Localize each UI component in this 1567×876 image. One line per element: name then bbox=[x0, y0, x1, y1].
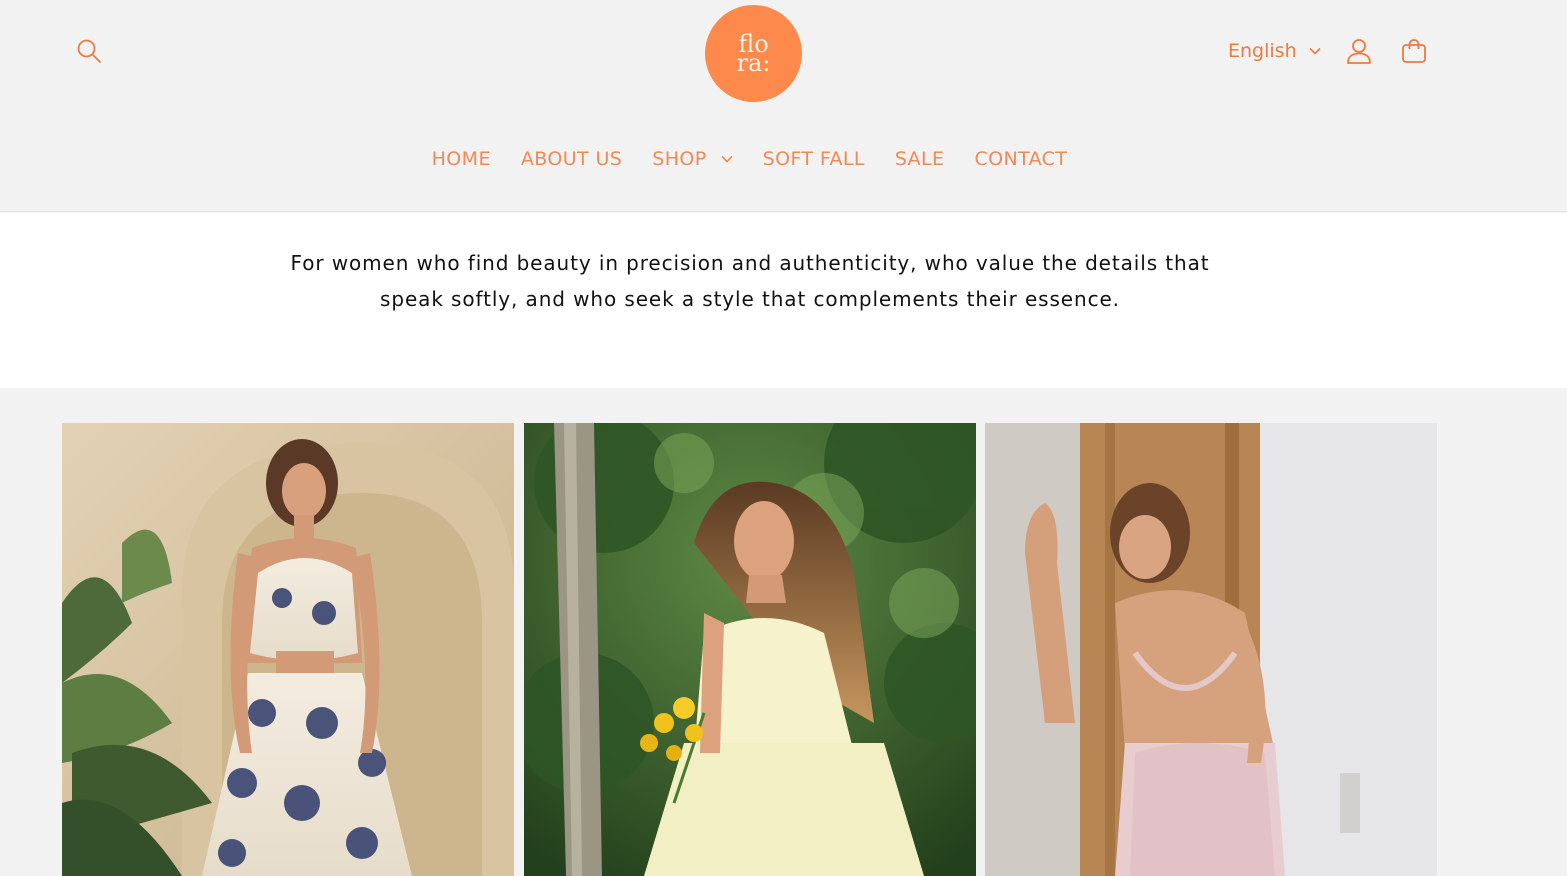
nav-item-label: HOME bbox=[431, 148, 491, 170]
nav-item-label: SOFT FALL bbox=[762, 148, 865, 170]
brand-logo[interactable]: flo ra: bbox=[705, 5, 802, 102]
intro-text: For women who find beauty in precision a… bbox=[290, 251, 1210, 311]
language-label: English bbox=[1228, 40, 1297, 62]
intro-section: For women who find beauty in precision a… bbox=[0, 213, 1567, 388]
yellow-sundress-photo[interactable] bbox=[524, 423, 976, 876]
main-navigation: HOME ABOUT US SHOP SOFT FALL SALE CONTAC… bbox=[0, 140, 1567, 178]
chevron-down-icon bbox=[721, 155, 733, 163]
nav-item-label: SALE bbox=[894, 148, 945, 170]
chevron-down-icon bbox=[1309, 47, 1321, 55]
nav-item-home[interactable]: HOME bbox=[417, 140, 506, 178]
bag-icon bbox=[1402, 39, 1426, 63]
language-selector[interactable]: English bbox=[1228, 34, 1321, 68]
nav-item-sale[interactable]: SALE bbox=[880, 140, 960, 178]
nav-item-about-us[interactable]: ABOUT US bbox=[506, 140, 637, 178]
nav-item-contact[interactable]: CONTACT bbox=[959, 140, 1082, 178]
photo-gallery bbox=[0, 388, 1567, 876]
search-button[interactable] bbox=[72, 34, 106, 68]
site-header: flo ra: English HOME ABOUT US SHOP SOFT … bbox=[0, 0, 1567, 212]
nav-item-soft-fall[interactable]: SOFT FALL bbox=[748, 140, 880, 178]
search-icon bbox=[77, 39, 101, 63]
logo-wordmark: flo ra: bbox=[724, 32, 784, 77]
nav-item-label: CONTACT bbox=[974, 148, 1068, 170]
blush-backless-dress-photo[interactable] bbox=[985, 423, 1437, 876]
nav-item-label: SHOP bbox=[652, 148, 707, 170]
nav-item-label: ABOUT US bbox=[520, 148, 623, 170]
nav-item-shop[interactable]: SHOP bbox=[637, 140, 747, 178]
paisley-halter-dress-photo[interactable] bbox=[62, 423, 514, 876]
account-button[interactable] bbox=[1341, 33, 1377, 69]
cart-button[interactable] bbox=[1396, 33, 1432, 69]
user-icon bbox=[1347, 39, 1371, 64]
logo-line-2: ra: bbox=[736, 48, 771, 77]
